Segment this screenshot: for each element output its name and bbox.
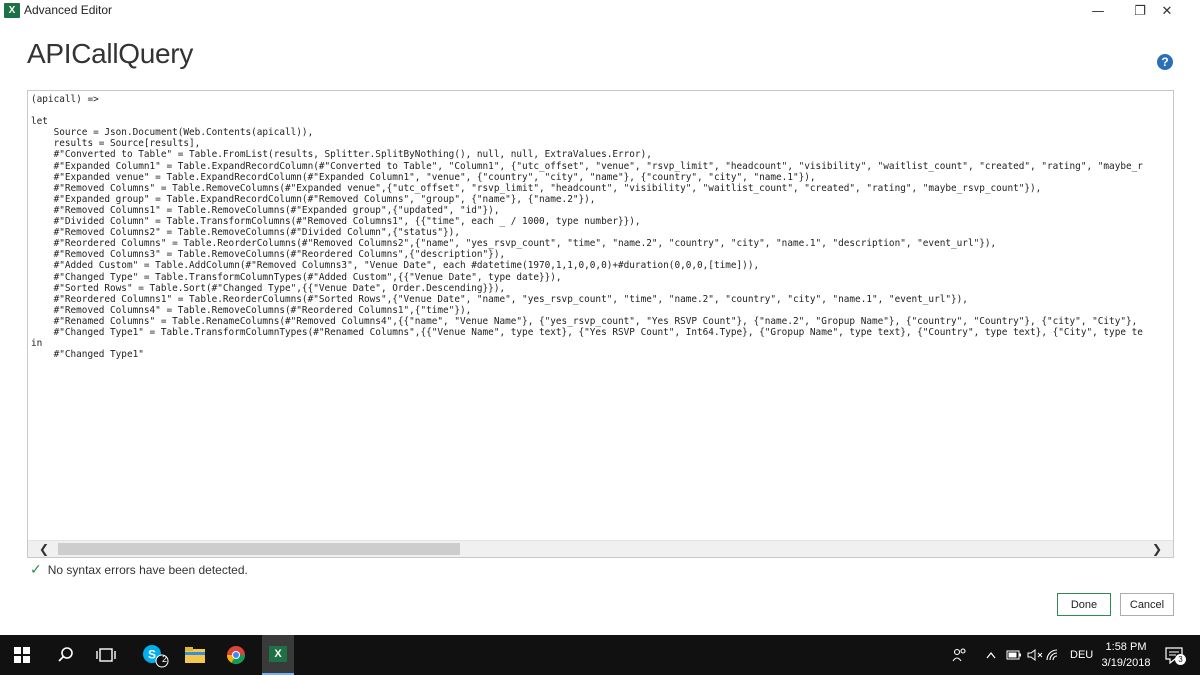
code-line[interactable]: #"Expanded group" = Table.ExpandRecordCo… — [31, 194, 1169, 205]
code-line[interactable]: #"Divided Column" = Table.TransformColum… — [31, 216, 1169, 227]
syntax-status: ✓ No syntax errors have been detected. — [30, 561, 248, 578]
help-icon[interactable]: ? — [1157, 54, 1173, 70]
clock-date: 3/19/2018 — [1101, 657, 1151, 669]
scroll-left-icon[interactable]: ❮ — [34, 541, 54, 557]
battery-icon[interactable] — [1006, 635, 1022, 675]
code-line[interactable]: #"Renamed Columns" = Table.RenameColumns… — [31, 316, 1169, 327]
windows-start-icon[interactable] — [8, 635, 36, 675]
code-line[interactable]: #"Reordered Columns" = Table.ReorderColu… — [31, 238, 1169, 249]
skype-badge: 2 — [162, 654, 168, 664]
checkmark-icon: ✓ — [30, 561, 42, 577]
code-line[interactable]: Source = Json.Document(Web.Contents(apic… — [31, 127, 1169, 138]
search-icon[interactable] — [52, 635, 80, 675]
input-language[interactable]: DEU — [1070, 635, 1093, 675]
notification-center-icon[interactable]: 3 — [1164, 645, 1186, 665]
system-clock[interactable]: 1:58 PM 3/19/2018 — [1098, 639, 1154, 671]
done-button[interactable]: Done — [1057, 593, 1111, 616]
code-line[interactable]: #"Removed Columns3" = Table.RemoveColumn… — [31, 249, 1169, 260]
code-line[interactable]: #"Removed Columns2" = Table.RemoveColumn… — [31, 227, 1169, 238]
clock-time: 1:58 PM — [1105, 641, 1147, 653]
code-editor[interactable]: (apicall) => let Source = Json.Document(W… — [27, 90, 1174, 558]
excel-app-icon: X — [4, 3, 20, 18]
code-line[interactable]: #"Added Custom" = Table.AddColumn(#"Remo… — [31, 260, 1169, 271]
code-line[interactable]: #"Changed Type1" — [31, 349, 1169, 360]
syntax-status-message: No syntax errors have been detected. — [47, 563, 248, 577]
excel-taskbar-icon[interactable]: X — [262, 635, 294, 675]
code-line[interactable]: #"Removed Columns" = Table.RemoveColumns… — [31, 183, 1169, 194]
code-line[interactable] — [31, 105, 1169, 116]
code-line[interactable]: #"Reordered Columns1" = Table.ReorderCol… — [31, 294, 1169, 305]
query-name-title: APICallQuery — [27, 38, 194, 69]
svg-text:S: S — [148, 648, 156, 662]
window-title: Advanced Editor — [24, 3, 113, 17]
close-button[interactable]: ✕ — [1144, 0, 1190, 22]
task-view-icon[interactable] — [92, 635, 120, 675]
code-line[interactable]: in — [31, 338, 1169, 349]
scrollbar-thumb[interactable] — [58, 543, 460, 555]
wifi-icon[interactable] — [1046, 635, 1062, 675]
chevron-up-icon[interactable] — [986, 635, 996, 675]
people-icon[interactable] — [952, 635, 968, 675]
chrome-icon[interactable] — [222, 635, 250, 675]
code-line[interactable]: (apicall) => — [31, 94, 1169, 105]
title-bar: X Advanced Editor — ❐ ✕ — [0, 0, 1200, 22]
file-explorer-icon[interactable] — [180, 635, 210, 675]
notification-count: 3 — [1175, 654, 1186, 665]
minimize-button[interactable]: — — [1075, 0, 1121, 22]
code-line[interactable]: let — [31, 116, 1169, 127]
code-line[interactable]: #"Expanded Column1" = Table.ExpandRecord… — [31, 161, 1169, 172]
code-line[interactable]: results = Source[results], — [31, 138, 1169, 149]
code-line[interactable]: #"Changed Type1" = Table.TransformColumn… — [31, 327, 1169, 338]
code-line[interactable]: #"Removed Columns1" = Table.RemoveColumn… — [31, 205, 1169, 216]
windows-taskbar: S 2 X DEU 1:58 PM 3/19/2018 3 — [0, 635, 1200, 675]
code-line[interactable]: #"Converted to Table" = Table.FromList(r… — [31, 149, 1169, 160]
scroll-right-icon[interactable]: ❯ — [1147, 541, 1167, 557]
code-line[interactable]: #"Changed Type" = Table.TransformColumnT… — [31, 272, 1169, 283]
volume-icon[interactable] — [1027, 635, 1043, 675]
code-line[interactable]: #"Removed Columns4" = Table.RemoveColumn… — [31, 305, 1169, 316]
cancel-button[interactable]: Cancel — [1120, 593, 1174, 616]
skype-icon[interactable]: S 2 — [138, 635, 172, 675]
excel-label: X — [269, 646, 287, 662]
code-line[interactable]: #"Expanded venue" = Table.ExpandRecordCo… — [31, 172, 1169, 183]
code-line[interactable]: #"Sorted Rows" = Table.Sort(#"Changed Ty… — [31, 283, 1169, 294]
horizontal-scrollbar[interactable]: ❮ ❯ — [28, 540, 1173, 557]
code-text-area[interactable]: (apicall) => let Source = Json.Document(W… — [31, 94, 1169, 536]
